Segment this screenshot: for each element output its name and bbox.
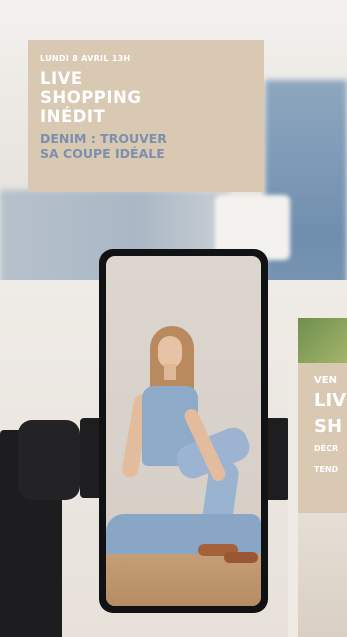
model-neck	[164, 364, 176, 380]
next-event-title-line: LIV	[314, 390, 347, 411]
next-event-image-bottom	[298, 513, 347, 637]
tripod-knob	[18, 420, 80, 500]
event-subtitle: DENIM : TROUVER SA COUPE IDÉALE	[40, 131, 264, 161]
live-shopping-card[interactable]: LUNDI 8 AVRIL 13H LIVE SHOPPING INÉDIT D…	[28, 40, 264, 192]
next-event-date: VEN	[314, 375, 337, 386]
event-title: LIVE SHOPPING INÉDIT	[40, 69, 264, 126]
model-sandal	[224, 552, 258, 563]
title-line: SHOPPING	[40, 88, 142, 107]
next-event-subtitle: TEND	[314, 465, 339, 474]
next-event-card[interactable]: VEN LIV SH DÉCR TEND	[298, 363, 347, 513]
title-line: INÉDIT	[40, 107, 106, 126]
subtitle-line: SA COUPE IDÉALE	[40, 146, 165, 161]
phone-screen-photo[interactable]	[106, 256, 261, 606]
title-line: LIVE	[40, 69, 83, 88]
next-event-subtitle: DÉCR	[314, 444, 339, 453]
next-event-title-line: SH	[314, 416, 343, 437]
next-event-plant-image	[298, 318, 347, 363]
subtitle-line: DENIM : TROUVER	[40, 131, 167, 146]
event-date: LUNDI 8 AVRIL 13H	[40, 54, 131, 63]
